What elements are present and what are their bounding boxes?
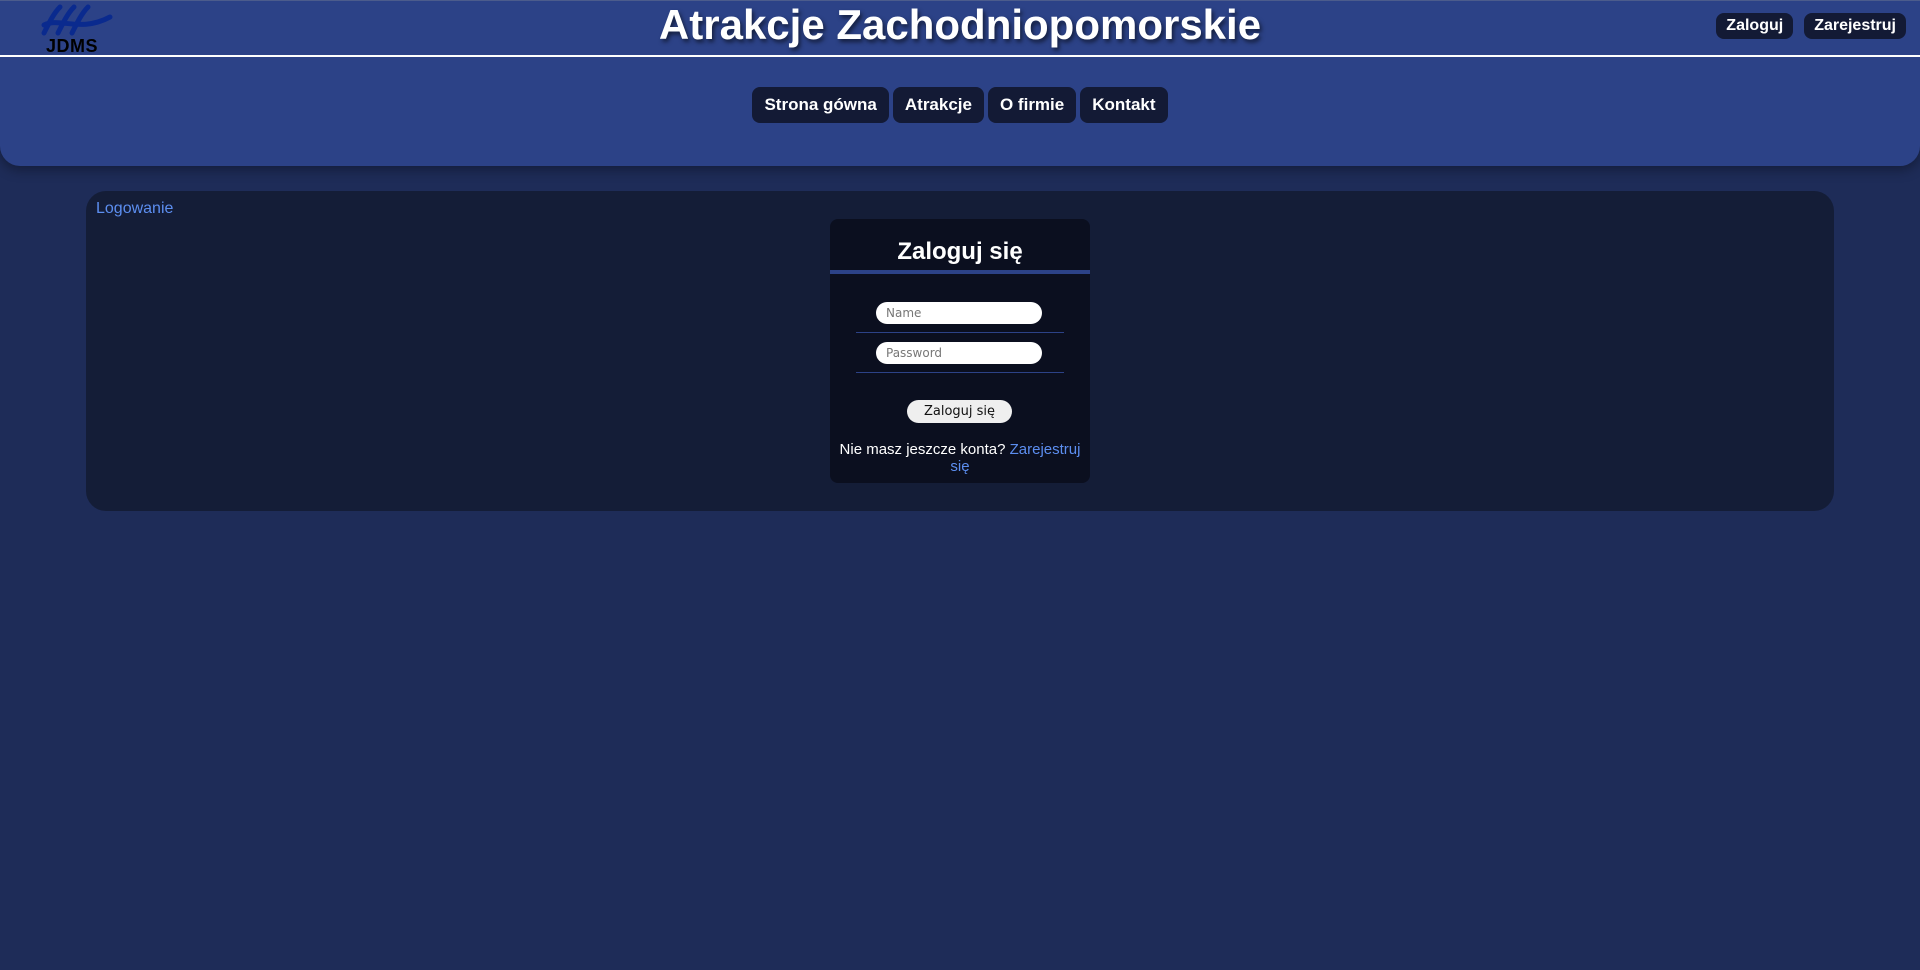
nav-item-home[interactable]: Strona gówna [752,87,889,123]
password-field-divider [856,372,1064,373]
register-prompt-text: Nie masz jeszcze konta? [839,441,1006,458]
nav-item-contact[interactable]: Kontakt [1080,87,1168,123]
login-title: Zaloguj się [897,238,1023,265]
name-input[interactable] [876,302,1042,324]
logo-text: JDMS [46,36,99,56]
login-title-divider [830,270,1090,274]
name-field-divider [856,332,1064,333]
register-prompt-line: Nie masz jeszcze konta? Zarejestruj się [836,441,1084,475]
site-header: JDMS Atrakcje Zachodniopomorskie Zaloguj… [0,0,1920,166]
password-input[interactable] [876,342,1042,364]
login-card: Zaloguj się Zaloguj się Nie masz jeszcze… [830,219,1090,483]
login-button[interactable]: Zaloguj [1716,13,1794,39]
main-nav: Strona gówna Atrakcje O firmie Kontakt [0,87,1920,123]
nav-item-attractions[interactable]: Atrakcje [892,87,984,123]
header-divider [0,55,1920,57]
breadcrumb[interactable]: Logowanie [96,200,173,218]
content-panel: Logowanie Zaloguj się Zaloguj się Nie ma… [86,191,1834,511]
nav-item-about[interactable]: O firmie [987,87,1077,123]
site-logo[interactable]: JDMS [40,3,116,55]
auth-buttons: Zaloguj Zarejestruj [1716,13,1906,39]
site-title: Atrakcje Zachodniopomorskie [658,1,1262,48]
submit-login-button[interactable]: Zaloguj się [907,400,1012,423]
register-button[interactable]: Zarejestruj [1804,13,1906,39]
